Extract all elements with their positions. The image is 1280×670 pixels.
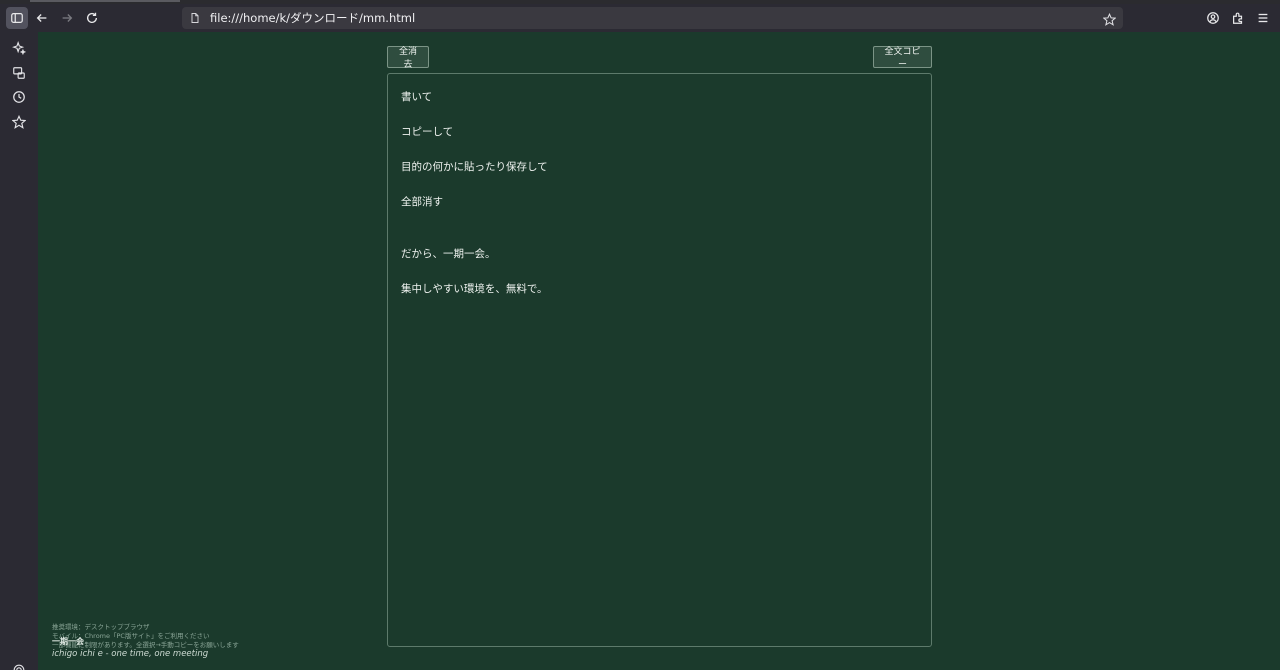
- clear-all-button[interactable]: 全消去: [387, 46, 429, 70]
- bookmarks-icon[interactable]: [11, 114, 27, 130]
- history-icon[interactable]: [11, 89, 27, 105]
- page-icon: [188, 11, 202, 25]
- editor-line: 全部消す: [401, 196, 443, 208]
- active-tab-indicator: [30, 0, 180, 2]
- synced-tabs-icon[interactable]: [11, 65, 27, 81]
- account-icon[interactable]: [1202, 7, 1224, 29]
- reload-icon[interactable]: [81, 7, 103, 29]
- browser-toolbar: file:///home/k/ダウンロード/mm.html: [0, 4, 1280, 32]
- editor-line: 書いて: [401, 91, 433, 103]
- brand-tagline: ichigo ichi e - one time, one meeting: [52, 649, 209, 659]
- page-footer: 推奨環境：デスクトップブラウザ モバイル：Chrome「PC版サイト」をご利用く…: [52, 621, 352, 670]
- extensions-icon[interactable]: [1227, 7, 1249, 29]
- sidebar-toggle-icon[interactable]: [6, 7, 28, 29]
- settings-icon[interactable]: [11, 662, 27, 670]
- browser-sidebar: [0, 32, 38, 670]
- editor-line: だから、一期一会。: [401, 248, 496, 260]
- brand-name: 一期一会: [52, 637, 84, 646]
- forward-arrow-icon[interactable]: [56, 7, 78, 29]
- bookmark-star-icon[interactable]: [1102, 11, 1117, 26]
- copy-all-button[interactable]: 全文コピー: [873, 46, 932, 70]
- url-text[interactable]: file:///home/k/ダウンロード/mm.html: [210, 10, 415, 26]
- ai-sparkle-icon[interactable]: [11, 40, 27, 56]
- editor-line: 集中しやすい環境を、無料で。: [401, 283, 548, 295]
- editor-line: 目的の何かに貼ったり保存して: [401, 161, 548, 173]
- text-editor[interactable]: 書いて コピーして 目的の何かに貼ったり保存して 全部消す だから、一期一会。 …: [387, 73, 932, 647]
- editor-line: コピーして: [401, 126, 454, 138]
- page-content: 全消去 全文コピー 書いて コピーして 目的の何かに貼ったり保存して 全部消す …: [38, 32, 1280, 670]
- url-bar[interactable]: file:///home/k/ダウンロード/mm.html: [182, 7, 1123, 29]
- back-arrow-icon[interactable]: [31, 7, 53, 29]
- menu-icon[interactable]: [1252, 7, 1274, 29]
